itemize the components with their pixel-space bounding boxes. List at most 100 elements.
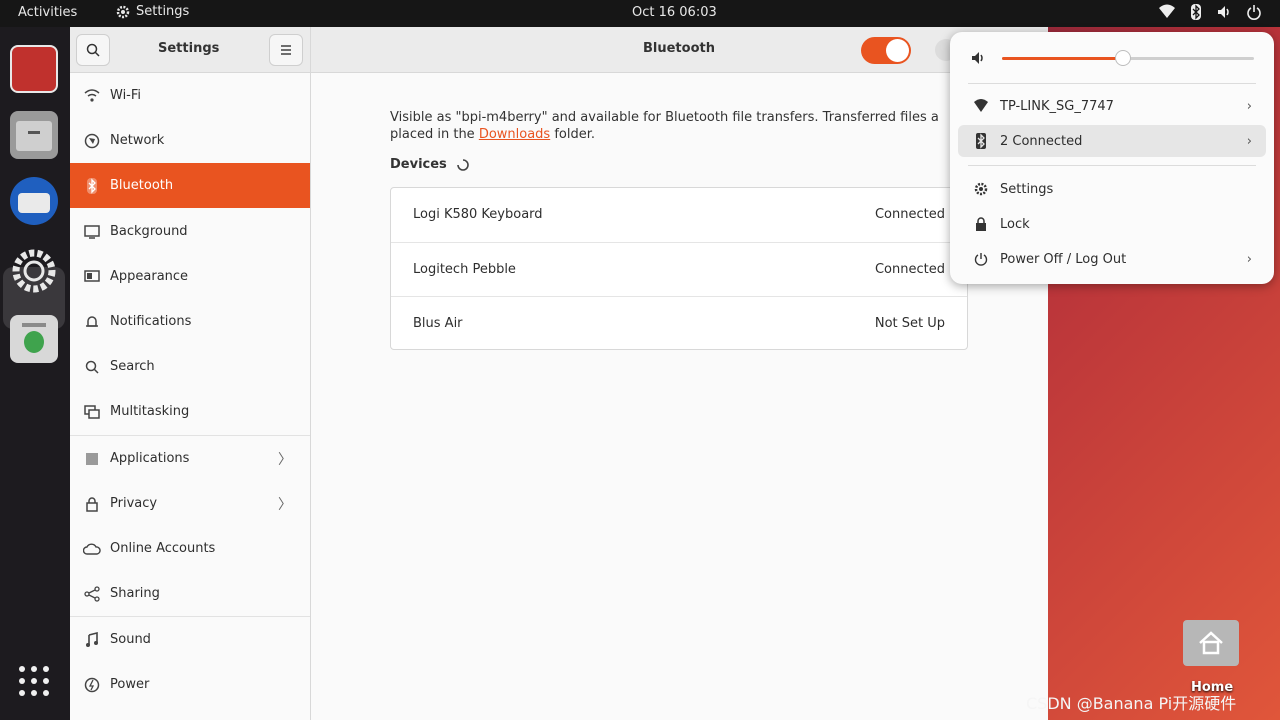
bluetooth-icon (87, 177, 97, 194)
bluetooth-connections-label: 2 Connected (1000, 133, 1083, 149)
toggle-knob (886, 39, 909, 62)
wifi-icon (1159, 4, 1175, 18)
device-status: Connected (874, 262, 945, 277)
device-name: Logitech Pebble (413, 262, 516, 277)
sidebar-title: Settings (158, 41, 220, 56)
wifi-menu-item[interactable]: TP-LINK_SG_7747 › (958, 90, 1266, 122)
search-button[interactable] (76, 34, 110, 66)
bluetooth-panel: Visible as "bpi-m4berry" and available f… (311, 73, 1048, 720)
wifi-network-label: TP-LINK_SG_7747 (1000, 98, 1114, 114)
app-menu-label: Settings (136, 4, 190, 19)
bluetooth-toggle[interactable] (861, 37, 911, 64)
sidebar-item-background[interactable]: Background (70, 209, 310, 254)
system-menu-popover: TP-LINK_SG_7747 › 2 Connected › Settings… (950, 32, 1274, 284)
device-status: Not Set Up (874, 316, 945, 331)
sidebar-item-notifications[interactable]: Notifications (70, 299, 310, 344)
wifi-icon (84, 88, 100, 102)
sidebar-item-applications[interactable]: Applications 〉 (70, 436, 310, 481)
chevron-right-icon: › (1246, 133, 1252, 149)
chevron-right-icon: 〉 (278, 496, 292, 513)
settings-menu-item[interactable]: Settings (958, 173, 1266, 205)
sidebar-item-label: Search (110, 359, 155, 374)
bluetooth-menu-item[interactable]: 2 Connected › (958, 125, 1266, 157)
sidebar-item-privacy[interactable]: Privacy 〉 (70, 481, 310, 526)
appearance-icon (84, 269, 100, 282)
network-icon (84, 133, 100, 148)
settings-icon[interactable] (10, 247, 58, 295)
sidebar-item-label: Online Accounts (110, 541, 216, 556)
clock[interactable]: Oct 16 06:03 (632, 5, 717, 20)
device-row[interactable]: Blus Air Not Set Up (391, 296, 967, 350)
sidebar-item-sharing[interactable]: Sharing (70, 571, 310, 616)
sidebar-item-label: Privacy (110, 496, 158, 511)
power-icon (974, 253, 988, 266)
activities-button[interactable]: Activities (18, 5, 77, 20)
sidebar-item-label: Power (110, 677, 150, 692)
sidebar-item-appearance[interactable]: Appearance (70, 254, 310, 299)
sidebar-item-label: Sound (110, 632, 151, 647)
chevron-right-icon: › (1246, 98, 1252, 114)
devices-heading-label: Devices (390, 157, 447, 172)
sidebar-item-search[interactable]: Search (70, 344, 310, 389)
volume-slider[interactable] (1002, 50, 1254, 66)
menu-button[interactable] (269, 34, 303, 66)
bell-icon (86, 315, 98, 327)
chevron-right-icon: 〉 (278, 451, 292, 468)
lock-menu-label: Lock (1000, 216, 1030, 232)
spinner-icon (457, 158, 469, 171)
sidebar-item-label: Multitasking (110, 404, 190, 419)
sidebar-item-label: Bluetooth (110, 178, 174, 193)
gear-icon (974, 182, 988, 196)
top-bar: Activities Settings Oct 16 06:03 (0, 0, 1280, 27)
trash-icon[interactable] (10, 315, 58, 363)
app-menu[interactable]: Settings (116, 4, 189, 19)
sidebar-item-network[interactable]: Network (70, 118, 310, 163)
screenshot-app-icon[interactable] (10, 45, 58, 93)
devices-heading: Devices (390, 157, 469, 172)
volume-icon (1218, 6, 1229, 18)
house-icon (1199, 631, 1223, 655)
power-menu-item[interactable]: Power Off / Log Out › (958, 243, 1266, 275)
visibility-info-line2: placed in the Downloads folder. (390, 126, 990, 143)
files-icon[interactable] (10, 111, 58, 159)
sidebar-item-sound[interactable]: Sound (70, 617, 310, 662)
menu-divider (968, 83, 1256, 84)
lock-menu-item[interactable]: Lock (958, 208, 1266, 240)
share-icon (84, 585, 100, 602)
sidebar-item-label: Sharing (110, 586, 160, 601)
cloud-icon (83, 543, 101, 555)
system-status-area[interactable] (1158, 4, 1262, 20)
sidebar-header: Settings (70, 27, 311, 73)
info-text-prefix: placed in the (390, 127, 479, 142)
device-row[interactable]: Logitech Pebble Connected (391, 242, 967, 296)
sidebar-item-label: Applications (110, 451, 190, 466)
multitasking-icon (84, 404, 100, 419)
volume-icon (972, 52, 983, 64)
power-icon (84, 677, 100, 692)
sidebar-item-power[interactable]: Power (70, 662, 310, 707)
visibility-info: Visible as "bpi-m4berry" and available f… (390, 109, 990, 143)
settings-window: Settings Bluetooth Wi-Fi Network Bluetoo… (70, 27, 1048, 720)
sidebar-item-label: Appearance (110, 269, 189, 284)
power-icon (1247, 5, 1261, 20)
page-title: Bluetooth (643, 41, 715, 56)
sidebar-item-wifi[interactable]: Wi-Fi (70, 73, 310, 118)
power-menu-label: Power Off / Log Out (1000, 251, 1127, 267)
device-row[interactable]: Logi K580 Keyboard Connected (391, 188, 967, 242)
sidebar-item-label: Background (110, 224, 188, 239)
volume-slider-handle[interactable] (1114, 50, 1131, 66)
sidebar: Wi-Fi Network Bluetooth Background Appea… (70, 73, 311, 720)
thunderbird-icon[interactable] (10, 177, 58, 225)
sidebar-item-multitasking[interactable]: Multitasking (70, 389, 310, 434)
app-grid-icon[interactable] (18, 665, 50, 697)
device-list: Logi K580 Keyboard Connected Logitech Pe… (390, 187, 968, 350)
wifi-icon (974, 99, 988, 112)
home-folder-icon[interactable] (1183, 620, 1239, 666)
downloads-link[interactable]: Downloads (479, 127, 550, 142)
bluetooth-icon (1191, 4, 1201, 20)
sidebar-item-online-accounts[interactable]: Online Accounts (70, 526, 310, 571)
device-name: Logi K580 Keyboard (413, 207, 543, 222)
bluetooth-icon (976, 133, 986, 149)
search-icon (85, 360, 99, 374)
sidebar-item-bluetooth[interactable]: Bluetooth (70, 163, 310, 208)
